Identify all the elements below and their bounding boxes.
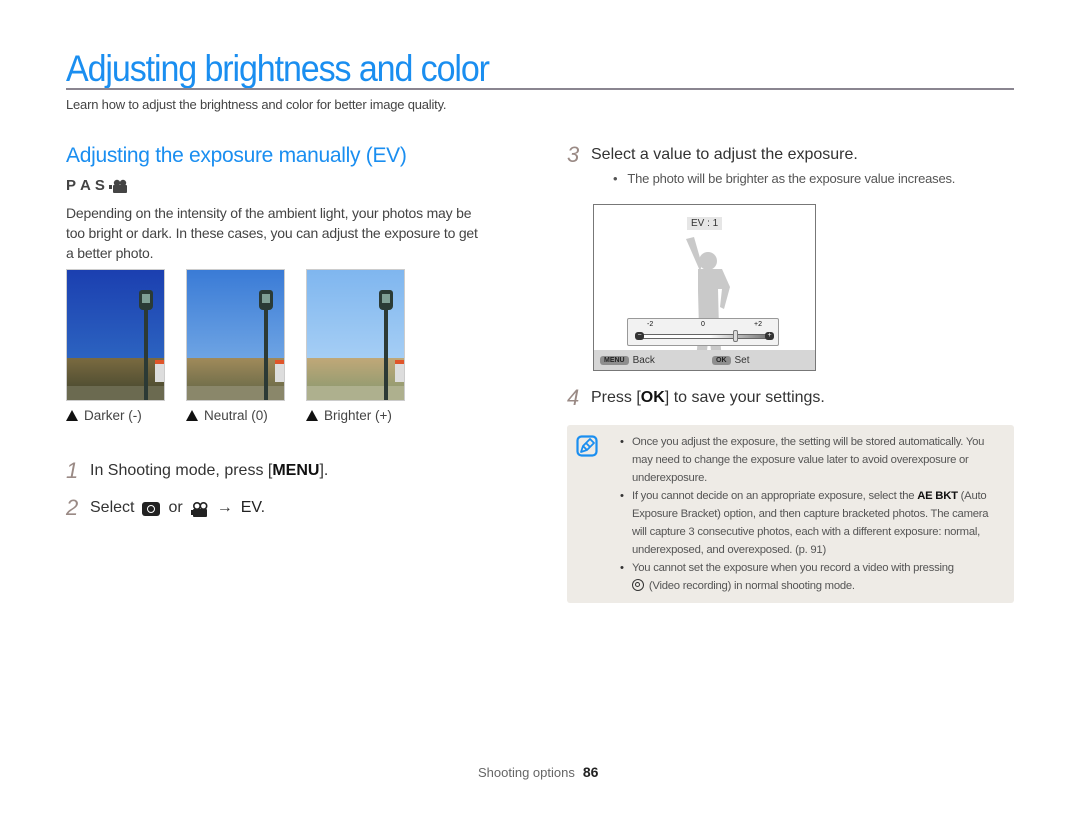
caption-brighter: Brighter (+) (306, 408, 426, 423)
lamp-pole (384, 308, 388, 400)
ev-value-label: EV : 1 (687, 217, 723, 230)
caption-darker: Darker (-) (66, 408, 186, 423)
step-4: 4 Press [OK] to save your settings. (567, 385, 825, 411)
step-text: Select a value to adjust the exposure. (591, 146, 858, 163)
minus-icon: − (635, 332, 644, 340)
note-text: Once you adjust the exposure, the settin… (632, 436, 985, 484)
mode-p: P (66, 177, 79, 194)
photo-water (187, 386, 284, 400)
step-2: 2 Select or → EV. (66, 495, 265, 521)
arrow-right-icon: → (216, 499, 233, 516)
note-text: (Video recording) in normal shooting mod… (646, 580, 855, 592)
triangle-up-icon (186, 410, 198, 421)
page-intro: Learn how to adjust the brightness and c… (66, 97, 447, 112)
photo-water (307, 386, 404, 400)
step-1: 1 In Shooting mode, press [MENU]. (66, 458, 328, 484)
photo-neutral (186, 269, 285, 401)
photo-brighter (306, 269, 405, 401)
caption-text: Neutral (0) (204, 408, 268, 423)
step-3-bullet: • The photo will be brighter as the expos… (613, 171, 955, 186)
step-text-before: Select (90, 499, 135, 516)
set-hint: OK Set (712, 355, 750, 366)
mode-s: S (94, 177, 107, 194)
step-or: or (168, 499, 183, 516)
photo-booth (275, 360, 284, 382)
step-number: 4 (567, 385, 580, 410)
note-list: Once you adjust the exposure, the settin… (620, 433, 1004, 595)
photo-water (67, 386, 164, 400)
caption-neutral: Neutral (0) (186, 408, 306, 423)
title-divider (66, 88, 1014, 90)
step-text: Press [OK] to save your settings. (591, 389, 825, 407)
camera-screen-preview: EV : 1 -2 0 +2 − + MENU Back OK Set (593, 204, 816, 371)
ok-button-icon: OK (712, 355, 731, 365)
video-camera-icon (190, 501, 209, 517)
photo-darker (66, 269, 165, 401)
ev-slider-knob[interactable] (733, 330, 738, 342)
lamp-head (259, 290, 273, 310)
step-text-before: In Shooting mode, press [ (90, 462, 273, 479)
ev-key: EV (240, 499, 261, 516)
photo-booth (395, 360, 404, 382)
video-record-button-icon (632, 579, 644, 591)
camera-icon (142, 502, 161, 516)
note-item: You cannot set the exposure when you rec… (620, 559, 1004, 595)
menu-button-icon: MENU (600, 355, 629, 365)
triangle-up-icon (306, 410, 318, 421)
note-box: Once you adjust the exposure, the settin… (567, 425, 1014, 603)
step-number: 2 (66, 495, 79, 520)
lamp-head (379, 290, 393, 310)
sample-photos (66, 269, 405, 401)
step-text-before: Press [ (591, 389, 641, 406)
note-item: If you cannot decide on an appropriate e… (620, 487, 1004, 559)
shooting-modes: P A S (66, 177, 129, 194)
lamp-pole (264, 308, 268, 400)
footer-section: Shooting options (478, 765, 575, 780)
step-3: 3 Select a value to adjust the exposure. (567, 142, 858, 168)
step-text-after: ] to save your settings. (664, 389, 825, 406)
bullet: • (613, 171, 618, 186)
page-footer: Shooting options 86 (478, 764, 598, 780)
note-item: Once you adjust the exposure, the settin… (620, 433, 1004, 487)
step-text-after: . (260, 499, 266, 516)
page-title: Adjusting brightness and color (66, 48, 490, 89)
ev-slider-panel: -2 0 +2 − + (627, 318, 779, 346)
section-description: Depending on the intensity of the ambien… (66, 205, 478, 261)
step-text: In Shooting mode, press [MENU]. (90, 462, 328, 480)
step-number: 3 (567, 142, 580, 167)
tick-label: -2 (647, 321, 654, 328)
triangle-up-icon (66, 410, 78, 421)
caption-text: Brighter (+) (324, 408, 392, 423)
set-label: Set (734, 354, 750, 366)
page-number: 86 (582, 764, 599, 780)
ev-slider-track[interactable] (640, 334, 768, 339)
screen-button-bar: MENU Back OK Set (594, 350, 815, 370)
ae-bkt-label: AE BKT (917, 490, 958, 502)
step-number: 1 (66, 458, 79, 483)
photo-booth (155, 360, 164, 382)
photo-captions: Darker (-) Neutral (0) Brighter (+) (66, 408, 426, 423)
ev-slider-gradient (710, 335, 767, 338)
caption-text: Darker (-) (84, 408, 142, 423)
step-text-after: ]. (319, 462, 329, 479)
note-pencil-icon (576, 435, 598, 457)
section-title: Adjusting the exposure manually (EV) (66, 144, 407, 167)
tick-label: 0 (701, 321, 705, 328)
bullet-text: The photo will be brighter as the exposu… (627, 171, 956, 186)
mode-a: A (80, 177, 93, 194)
plus-icon: + (765, 332, 774, 340)
movie-mode-icon (108, 179, 129, 193)
ok-key: OK (640, 389, 665, 406)
back-label: Back (632, 354, 655, 366)
lamp-head (139, 290, 153, 310)
lamp-pole (144, 308, 148, 400)
tick-label: +2 (754, 321, 762, 328)
back-hint: MENU Back (600, 355, 655, 366)
note-text: You cannot set the exposure when you rec… (632, 562, 954, 574)
menu-key: MENU (272, 462, 320, 479)
note-text: If you cannot decide on an appropriate e… (632, 490, 918, 502)
